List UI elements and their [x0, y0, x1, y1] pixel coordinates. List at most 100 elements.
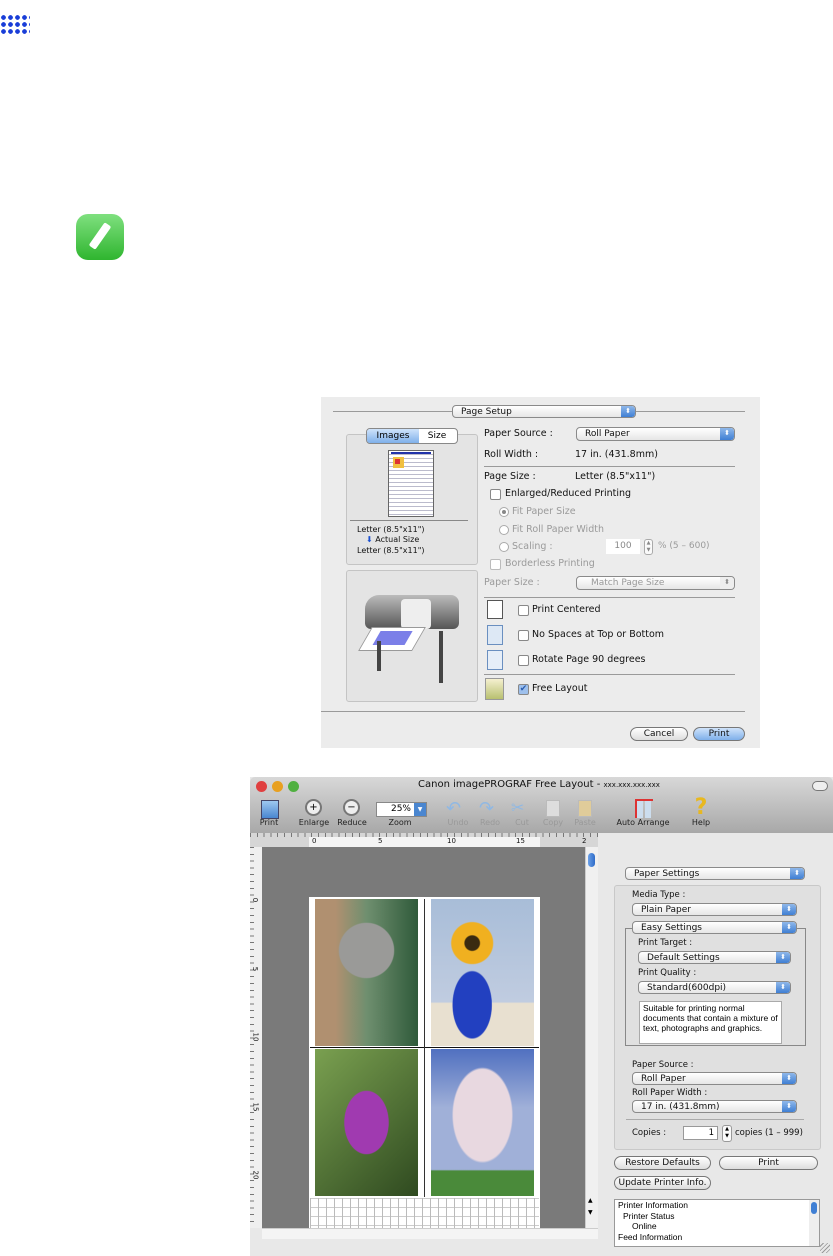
photo-koala[interactable]	[315, 899, 418, 1046]
scaling-range: % (5 – 600)	[658, 541, 710, 551]
free-layout-checkbox[interactable]: ✔	[518, 684, 529, 695]
scaling-input[interactable]: 100	[606, 539, 640, 554]
print-quality-label: Print Quality :	[638, 968, 697, 978]
popup-arrow-icon: ⬍	[776, 952, 790, 963]
photo-cherry-tree[interactable]	[431, 1049, 534, 1196]
ruler-h-label: 5	[378, 837, 383, 845]
no-spaces-label: No Spaces at Top or Bottom	[532, 629, 665, 640]
copies-input[interactable]: 1	[683, 1126, 718, 1140]
popup-label: Page Setup	[461, 407, 512, 417]
scaling-radio[interactable]	[499, 542, 509, 552]
scaling-label: Scaling :	[512, 541, 553, 552]
borderless-label: Borderless Printing	[505, 558, 595, 569]
zoom-value: 25%	[390, 804, 411, 814]
list-item: Online	[632, 1221, 657, 1231]
popup-arrow-icon: ⬍	[782, 1101, 796, 1112]
toolbar-copy-button[interactable]: Copy	[540, 818, 566, 827]
print-icon	[258, 798, 280, 819]
roll-width-value: 17 in. (431.8mm)	[575, 449, 658, 460]
resize-grip-icon[interactable]	[820, 1243, 830, 1253]
select-value: Roll Paper	[585, 429, 630, 439]
down-arrow-icon: ⬇	[366, 535, 373, 544]
toolbar-zoom-label: Zoom	[388, 818, 412, 827]
help-icon: ?	[694, 795, 708, 820]
toolbar-enlarge-button[interactable]: Enlarge	[296, 818, 332, 827]
photo-sunflower[interactable]	[431, 899, 534, 1046]
vertical-scrollbar[interactable]: ▲ ▼	[585, 847, 598, 1228]
printer-info-list[interactable]: Printer Information Printer Status Onlin…	[614, 1199, 820, 1247]
roll-paper-width-select[interactable]: 17 in. (431.8mm) ⬍	[632, 1100, 797, 1113]
minimize-window-button[interactable]	[272, 781, 283, 792]
panel-print-button[interactable]: Print	[719, 1156, 818, 1170]
print-centered-checkbox[interactable]	[518, 605, 529, 616]
ruler-h-label: 15	[516, 837, 525, 845]
toolbar-help-button[interactable]: Help	[688, 818, 714, 827]
zoom-select[interactable]: 25% ▼	[376, 802, 427, 817]
toolbar-print-button[interactable]: Print	[258, 818, 280, 827]
reduce-icon: −	[340, 798, 362, 818]
fit-roll-width-label: Fit Roll Paper Width	[512, 524, 604, 535]
zoom-window-button[interactable]	[288, 781, 299, 792]
select-value: Plain Paper	[641, 905, 691, 915]
paper-source-select[interactable]: Roll Paper ⬍	[576, 427, 735, 441]
scroll-down-icon[interactable]: ▼	[588, 1209, 593, 1216]
select-value: Easy Settings	[641, 923, 702, 933]
select-value: Paper Settings	[634, 869, 700, 879]
toolbar-paste-button[interactable]: Paste	[572, 818, 598, 827]
restore-defaults-button[interactable]: Restore Defaults	[614, 1156, 711, 1170]
page-setup-popup[interactable]: Page Setup ⬍	[452, 405, 636, 418]
enlarge-icon: +	[302, 798, 324, 818]
borderless-checkbox[interactable]	[490, 559, 501, 570]
toolbar-cut-button[interactable]: Cut	[509, 818, 535, 827]
tab-images[interactable]: Images	[367, 429, 419, 443]
paper-size-select[interactable]: Match Page Size ⬍	[576, 576, 735, 590]
list-item: Printer Information	[618, 1200, 688, 1210]
note-pencil-icon	[76, 214, 124, 260]
window-title: Canon imagePROGRAF Free Layout - xxx.xxx…	[418, 779, 660, 790]
toolbar-reduce-button[interactable]: Reduce	[334, 818, 370, 827]
page-divider-v	[424, 899, 425, 1197]
free-layout-icon	[485, 678, 504, 700]
toolbar-redo-button[interactable]: Redo	[477, 818, 503, 827]
copies-stepper[interactable]: ▲ ▼	[722, 1125, 732, 1142]
ruler-v-label: 0	[251, 897, 260, 903]
media-type-select[interactable]: Plain Paper ⬍	[632, 903, 797, 916]
update-printer-info-button[interactable]: Update Printer Info.	[614, 1176, 711, 1190]
rotate-page-checkbox[interactable]	[518, 655, 529, 666]
no-spaces-checkbox[interactable]	[518, 630, 529, 641]
panel-paper-source-select[interactable]: Roll Paper ⬍	[632, 1072, 797, 1085]
list-scrollbar[interactable]	[809, 1200, 819, 1246]
free-layout-label: Free Layout	[532, 683, 588, 694]
horizontal-scrollbar[interactable]	[262, 1228, 598, 1239]
copies-range: copies (1 – 999)	[735, 1128, 803, 1138]
toolbar-undo-button[interactable]: Undo	[445, 818, 471, 827]
photo-bougainvillea[interactable]	[315, 1049, 418, 1196]
tab-size[interactable]: Size	[419, 429, 455, 443]
print-centered-label: Print Centered	[532, 604, 601, 615]
close-window-button[interactable]	[256, 781, 267, 792]
fit-paper-size-radio[interactable]	[499, 507, 509, 517]
page-thumbnail	[388, 450, 434, 517]
print-quality-select[interactable]: Standard(600dpi) ⬍	[638, 981, 791, 994]
quality-description: Suitable for printing normal documents t…	[639, 1001, 782, 1044]
toolbar-auto-arrange-button[interactable]: Auto Arrange	[612, 818, 674, 827]
scroll-thumb[interactable]	[588, 853, 595, 867]
list-item: Feed Information	[618, 1231, 683, 1242]
enlarged-reduced-label: Enlarged/Reduced Printing	[505, 488, 632, 499]
redo-icon: ↷	[479, 798, 495, 819]
toolbar-toggle-button[interactable]	[812, 781, 828, 791]
select-value: Roll Paper	[641, 1074, 686, 1084]
preview-arrow: ⬇ Actual Size	[366, 535, 419, 544]
cancel-button[interactable]: Cancel	[630, 727, 688, 741]
page-size-value: Letter (8.5"x11")	[575, 471, 656, 482]
print-target-select[interactable]: Default Settings ⬍	[638, 951, 791, 964]
scroll-up-icon[interactable]: ▲	[588, 1197, 593, 1204]
fit-roll-width-radio[interactable]	[499, 525, 509, 535]
enlarged-reduced-checkbox[interactable]	[490, 489, 501, 500]
easy-settings-popup[interactable]: Easy Settings ⬍	[632, 921, 797, 934]
paper-settings-popup[interactable]: Paper Settings ⬍	[625, 867, 805, 880]
print-button[interactable]: Print	[693, 727, 745, 741]
scaling-stepper[interactable]: ▲ ▼	[644, 539, 653, 555]
image-thumb-icon	[393, 457, 404, 468]
preview-from: Letter (8.5"x11")	[357, 525, 425, 534]
